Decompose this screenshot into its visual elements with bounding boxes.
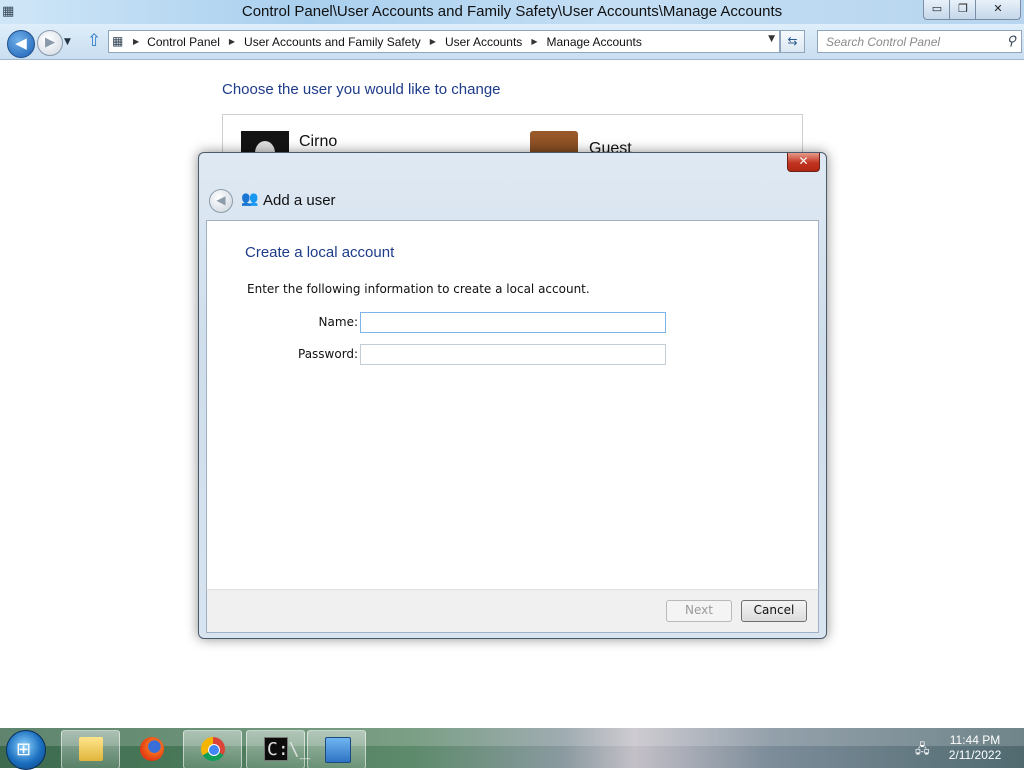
breadcrumb-arrow-icon[interactable]: ▶ — [531, 37, 537, 46]
breadcrumb-user-accounts-family-safety[interactable]: User Accounts and Family Safety — [244, 35, 421, 49]
recent-pages-dropdown[interactable]: ▼ — [64, 37, 71, 47]
refresh-icon: ⇆ — [787, 34, 798, 48]
breadcrumb-user-accounts[interactable]: User Accounts — [445, 35, 522, 49]
firefox-icon — [140, 737, 164, 761]
chevron-down-icon: ▼ — [64, 37, 71, 47]
address-dropdown-icon[interactable]: ▼ — [768, 34, 775, 44]
breadcrumb-manage-accounts[interactable]: Manage Accounts — [546, 35, 641, 49]
window-title: Control Panel\User Accounts and Family S… — [241, 3, 783, 20]
back-arrow-icon: ◀ — [15, 34, 27, 52]
back-arrow-icon: ◀ — [216, 193, 226, 207]
dialog-instruction: Enter the following information to creat… — [247, 282, 590, 296]
add-user-dialog: ✕ ◀ 👥 Add a user Create a local account … — [198, 152, 827, 639]
dialog-close-button[interactable]: ✕ — [787, 153, 820, 172]
breadcrumb-control-panel[interactable]: Control Panel — [147, 35, 220, 49]
users-icon: 👥 — [241, 191, 259, 207]
dialog-footer: Next Cancel — [206, 589, 819, 633]
search-input[interactable] — [824, 31, 998, 52]
command-prompt-icon: C:\_ — [264, 737, 310, 761]
taskbar-command-prompt[interactable]: C:\_ — [246, 730, 310, 769]
start-button[interactable]: ⊞ — [6, 730, 46, 770]
breadcrumb-arrow-icon[interactable]: ▶ — [430, 37, 436, 46]
maximize-button[interactable]: ❐ — [949, 0, 977, 20]
next-button[interactable]: Next — [666, 600, 732, 622]
folder-icon — [79, 737, 103, 761]
dialog-content: Create a local account Enter the followi… — [206, 220, 819, 590]
control-panel-icon — [325, 737, 351, 763]
up-arrow-icon: ⇧ — [87, 31, 102, 51]
minimize-button[interactable]: ▭ — [923, 0, 951, 20]
search-icon[interactable]: ⚲ — [1006, 33, 1016, 49]
dialog-title: Add a user — [263, 192, 336, 209]
clock-time: 11:44 PM — [949, 733, 1001, 747]
windows-logo-icon: ⊞ — [16, 739, 32, 760]
network-icon[interactable]: 🖧 — [915, 740, 930, 762]
up-level-button[interactable]: ⇧ — [87, 31, 101, 51]
clock-date: 2/11/2022 — [948, 748, 1002, 762]
taskbar-control-panel[interactable] — [307, 730, 366, 769]
name-field[interactable] — [360, 312, 666, 333]
name-label: Name: — [318, 315, 358, 329]
password-label: Password: — [298, 347, 359, 361]
dialog-back-button[interactable]: ◀ — [209, 189, 233, 213]
cancel-button[interactable]: Cancel — [741, 600, 807, 622]
refresh-button[interactable]: ⇆ — [780, 30, 805, 53]
taskbar-chrome[interactable] — [183, 730, 242, 769]
dialog-heading: Create a local account — [245, 244, 395, 261]
taskbar-file-explorer[interactable] — [61, 730, 120, 769]
forward-button[interactable]: ▶ — [37, 30, 63, 56]
forward-arrow-icon: ▶ — [45, 35, 55, 50]
breadcrumb-arrow-icon[interactable]: ▶ — [229, 37, 235, 46]
system-clock[interactable]: 11:44 PM 2/11/2022 — [935, 733, 1015, 763]
account-name-cirno[interactable]: Cirno — [299, 133, 337, 151]
page-title: Choose the user you would like to change — [222, 81, 501, 98]
search-box[interactable]: ⚲ — [817, 30, 1022, 53]
back-button[interactable]: ◀ — [7, 30, 35, 58]
password-field[interactable] — [360, 344, 666, 365]
taskbar-firefox[interactable] — [122, 730, 181, 769]
breadcrumb: ▶ Control Panel ▶ User Accounts and Fami… — [133, 31, 642, 52]
close-window-button[interactable]: ✕ — [975, 0, 1021, 20]
close-icon: ✕ — [798, 154, 809, 168]
chrome-icon — [201, 737, 225, 761]
window-titlebar: ▦ Control Panel\User Accounts and Family… — [0, 0, 1024, 24]
control-panel-icon: ▦ — [112, 34, 124, 48]
breadcrumb-arrow-icon[interactable]: ▶ — [133, 37, 139, 46]
address-bar[interactable]: ▦ ▶ Control Panel ▶ User Accounts and Fa… — [108, 30, 780, 53]
